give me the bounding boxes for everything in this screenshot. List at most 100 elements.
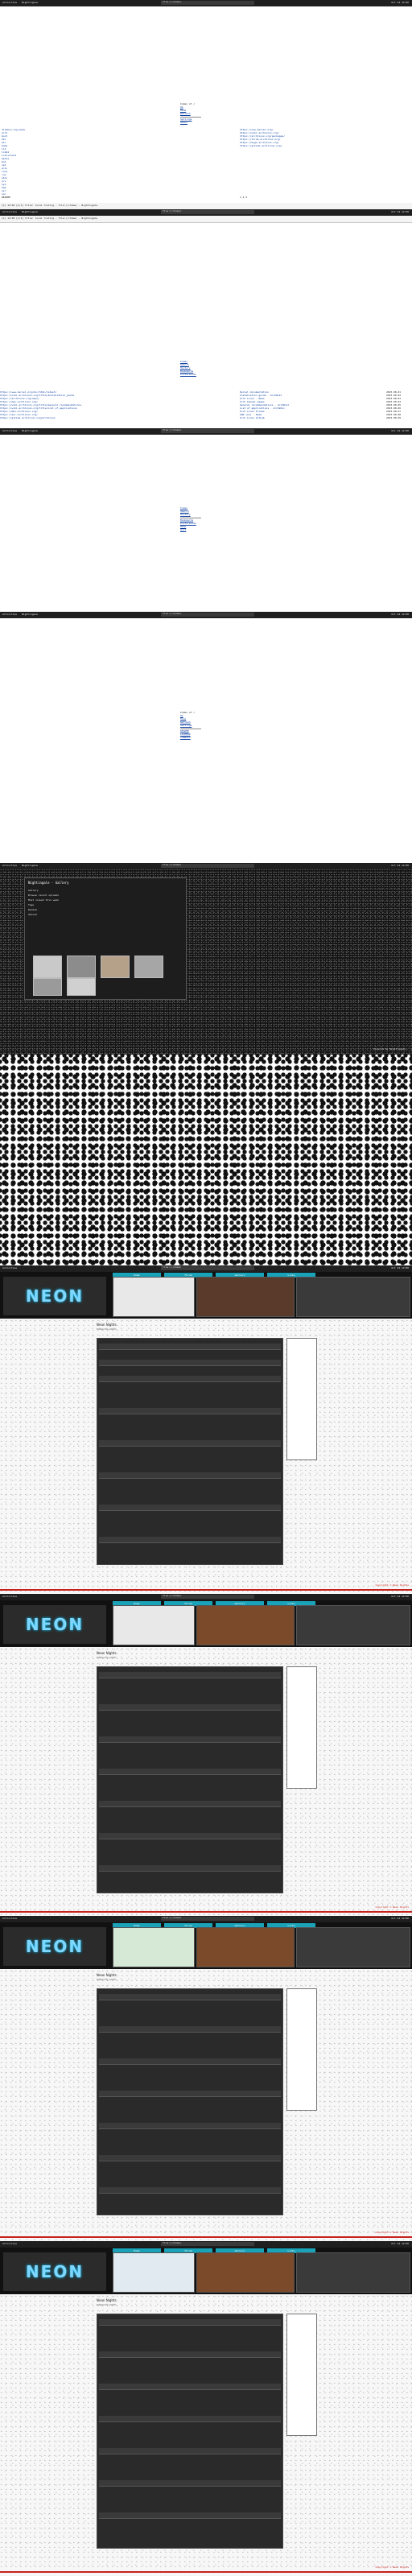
gallery-thumbnail[interactable] (134, 956, 163, 978)
address-bar[interactable]: file:///home/ (161, 2242, 254, 2246)
site-logo[interactable]: NEON (3, 1605, 106, 1644)
gallery-thumbnail[interactable] (33, 956, 62, 978)
row-url[interactable]: https://man.archlinux.org/ (0, 401, 38, 403)
activities-button[interactable]: Activities (0, 210, 19, 213)
row-url[interactable]: https://gitlab.archlinux.org/archlinux (0, 417, 56, 419)
post-row[interactable] (99, 1344, 281, 1350)
post-row[interactable] (99, 2351, 281, 2358)
address-bar[interactable]: file:///home/ (161, 429, 254, 433)
post-row[interactable] (99, 2384, 281, 2390)
activities-button[interactable]: Activities (0, 2242, 19, 2245)
post-row[interactable] (99, 1865, 281, 1872)
post-row[interactable] (99, 1505, 281, 1511)
post-row[interactable] (99, 1801, 281, 1807)
post-row[interactable] (99, 1994, 281, 2000)
activities-button[interactable]: Activities (0, 1, 19, 4)
post-row[interactable] (99, 2512, 281, 2519)
gallery-thumbnail[interactable] (67, 978, 96, 996)
row-url[interactable]: https://wiki.archlinux.org/title/Install… (0, 394, 74, 397)
app-name: Nightingale (22, 613, 38, 617)
address-bar[interactable]: file:///home/ (161, 210, 254, 214)
gallery-thumbnail[interactable] (101, 956, 130, 978)
post-row[interactable] (99, 1672, 281, 1678)
post-row[interactable] (99, 1769, 281, 1775)
activities-button[interactable]: Activities (0, 1595, 19, 1598)
nav-link[interactable]: Tags (28, 903, 34, 906)
post-row[interactable] (99, 2026, 281, 2033)
post-row[interactable] (99, 1360, 281, 1366)
infobar-text: [1] 12:00 [1/1] title: local listing - f… (2, 204, 98, 207)
table-row[interactable]: https://gitlab.archlinux.org/archlinux Ar… (0, 417, 412, 420)
menu-item[interactable]: Quit (180, 528, 201, 532)
clock: Oct 24 12:00 (391, 429, 409, 433)
list-item[interactable]: var (2, 192, 211, 196)
screen-4: Activities Nightingale file:///home/ Oct… (0, 612, 412, 863)
address-bar[interactable]: file:///home/ (161, 613, 254, 617)
post-row[interactable] (99, 2091, 281, 2097)
row-url[interactable]: https://www.kernel.org/doc/html/latest/ (0, 391, 56, 394)
history-table: https://www.kernel.org/doc/html/latest/K… (0, 391, 412, 423)
row-url[interactable]: https://wiki.archlinux.org/title/List_of… (0, 407, 77, 410)
clock: Oct 24 12:00 (391, 1595, 409, 1599)
nav-link[interactable]: Upload (28, 913, 37, 916)
post-row[interactable] (99, 1408, 281, 1414)
post-row[interactable] (99, 1833, 281, 1839)
post-row[interactable] (99, 2480, 281, 2487)
row-title: General recommendations - ArchWiki (240, 404, 290, 407)
site-logo[interactable]: NEON (3, 2252, 106, 2291)
row-title: Arch manual pages (240, 401, 265, 403)
gallery-thumbnail[interactable] (67, 956, 96, 978)
post-row[interactable] (99, 1704, 281, 1711)
activities-button[interactable]: Activities (0, 864, 19, 867)
banner-image (196, 1605, 295, 1645)
menu-item[interactable]: History (180, 513, 201, 517)
post-row[interactable] (99, 2187, 281, 2194)
row-date: 2023-08-07 (386, 411, 402, 413)
footer-text: Copyright © Neon Nights (375, 2566, 409, 2569)
address-bar[interactable]: file:///home/ (161, 1266, 254, 1270)
post-row[interactable] (99, 1440, 281, 1447)
nav-link[interactable]: Random (28, 908, 37, 911)
post-row[interactable] (99, 2155, 281, 2161)
banner-image (296, 1605, 410, 1645)
file-link[interactable]: CHANGES (180, 736, 201, 740)
menu-item[interactable]: Refresh (180, 112, 201, 116)
nav-link[interactable]: Browse recent uploads (28, 894, 59, 897)
post-row[interactable] (99, 1376, 281, 1382)
post-row[interactable] (99, 2123, 281, 2129)
post-row[interactable] (99, 2319, 281, 2326)
page1-right-list: https://www.kernel.org/ https://wiki.arc… (240, 128, 401, 148)
row-url[interactable]: https://wiki.archlinux.org/title/General… (0, 404, 81, 407)
post-row[interactable] (99, 1736, 281, 1743)
list-item[interactable]: https://gitlab.archlinux.org/ (240, 144, 401, 148)
menu-item[interactable]: About (180, 121, 201, 125)
site-logo[interactable]: NEON (3, 1927, 106, 1966)
post-row[interactable] (99, 2416, 281, 2422)
banner-image (113, 2252, 195, 2293)
post-row[interactable] (99, 2058, 281, 2065)
post-row[interactable] (99, 2448, 281, 2454)
address-bar[interactable]: file:///home/ (161, 1, 254, 5)
nav-link[interactable]: Most viewed this week (28, 898, 59, 902)
row-url[interactable]: https://aur.archlinux.org/ (0, 414, 38, 416)
activities-button[interactable]: Activities (0, 429, 19, 432)
content-panel (97, 1666, 283, 1893)
status-infobar: [1] 12:00 [1/1] title: local listing - f… (0, 203, 412, 209)
address-bar[interactable]: file:///home/ (161, 864, 254, 868)
row-url[interactable]: https://bbs.archlinux.org/ (0, 411, 38, 413)
top-bar: Activities Nightingale file:///home/ Oct… (0, 612, 412, 618)
activities-button[interactable]: Activities (0, 1917, 19, 1920)
site-logo[interactable]: NEON (3, 1277, 106, 1315)
post-row[interactable] (99, 1537, 281, 1543)
address-bar[interactable]: file:///home/ (161, 1917, 254, 1921)
gallery-thumbnail[interactable] (33, 978, 62, 996)
activities-button[interactable]: Activities (0, 1266, 19, 1269)
row-url[interactable]: https://archlinux.org/news/ (0, 398, 39, 400)
screen-6-pattern (0, 1055, 412, 1265)
menu-item[interactable]: Settings (180, 724, 201, 728)
activities-button[interactable]: Activities (0, 613, 19, 616)
menu-item[interactable]: Preferences (180, 373, 196, 377)
nav-link[interactable]: Gallery (28, 889, 39, 892)
post-row[interactable] (99, 1472, 281, 1479)
address-bar[interactable]: file:///home/ (161, 1595, 254, 1599)
